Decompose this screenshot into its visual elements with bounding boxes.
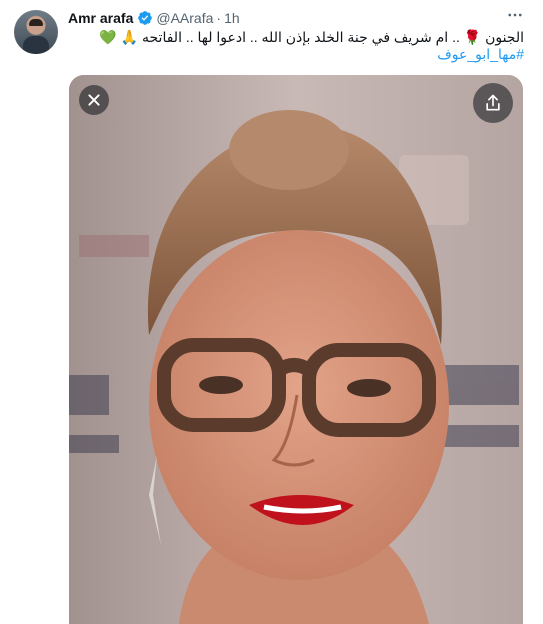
author-avatar[interactable] (14, 10, 58, 54)
tweet-card[interactable]: Amr arafa @AArafa · 1h الجنون 🌹 .. ام شر… (0, 0, 543, 624)
more-icon[interactable] (505, 6, 525, 26)
portrait-photo (69, 75, 523, 624)
verified-badge-icon (138, 11, 153, 25)
close-media-button[interactable] (79, 85, 109, 115)
close-icon (88, 94, 100, 106)
more-dots-glyph (508, 13, 522, 17)
tweet-text-line: الجنون 🌹 .. ام شريف في جنة الخلد بإذن ال… (99, 29, 524, 45)
avatar-hair (29, 19, 43, 26)
tweet-header: Amr arafa @AArafa · 1h (68, 9, 240, 27)
share-icon (486, 94, 500, 111)
header-separator: · (216, 10, 222, 26)
tweet-media-image[interactable] (69, 75, 523, 624)
author-handle[interactable]: @AArafa (156, 10, 213, 26)
tweet-text: الجنون 🌹 .. ام شريف في جنة الخلد بإذن ال… (68, 29, 524, 63)
author-name[interactable]: Amr arafa (68, 10, 133, 26)
share-media-button[interactable] (473, 83, 513, 123)
tweet-timestamp[interactable]: 1h (224, 10, 240, 26)
hashtag-link[interactable]: #مها_ابو_عوف (68, 46, 524, 63)
avatar-suit (23, 36, 49, 54)
